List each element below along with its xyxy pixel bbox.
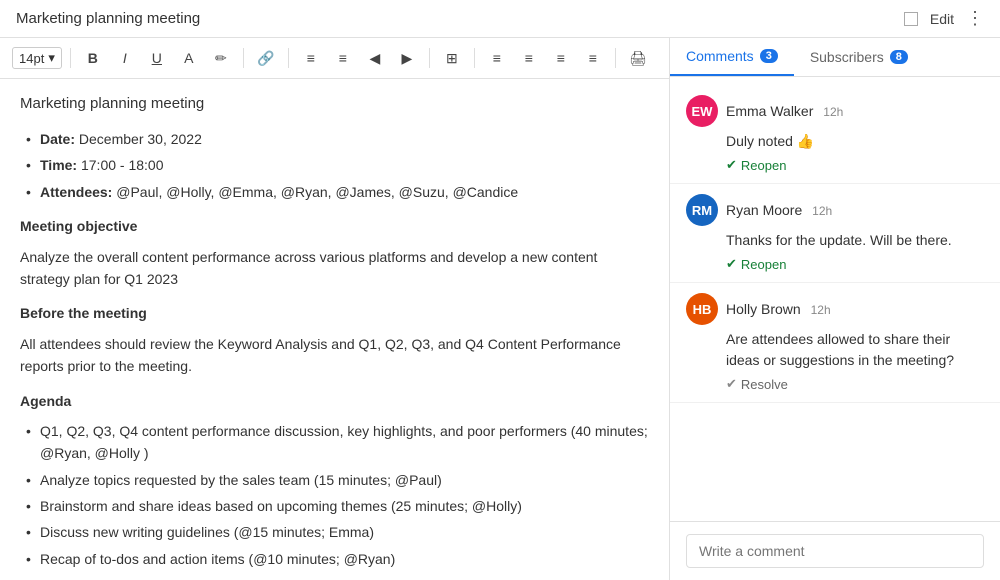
- underline-button[interactable]: U: [143, 44, 171, 72]
- meeting-objective-text: Analyze the overall content performance …: [20, 246, 649, 291]
- comment-item-1: EW Emma Walker 12h Duly noted 👍 ✔ Reopen: [670, 85, 1000, 184]
- header-actions: Edit ⋮: [904, 8, 984, 29]
- doc-body: Date: December 30, 2022 Time: 17:00 - 18…: [20, 128, 649, 570]
- indent-button[interactable]: ▶: [393, 44, 421, 72]
- date-value: December 30, 2022: [79, 131, 202, 147]
- agenda-item-2: Analyze topics requested by the sales te…: [20, 469, 649, 491]
- doc-content: Marketing planning meeting Date: Decembe…: [0, 79, 669, 580]
- document-panel: 14pt ▾ B I U A ✏ 🔗 ≡ ≡ ◀ ▶ ⊞ ≡ ≡ ≡ ≡ 🖨: [0, 38, 670, 580]
- agenda-item-1: Q1, Q2, Q3, Q4 content performance discu…: [20, 420, 649, 465]
- attendees-label: Attendees:: [40, 184, 112, 200]
- document-title: Marketing planning meeting: [16, 10, 904, 27]
- align-center-button[interactable]: ≡: [515, 44, 543, 72]
- author-ryan: Ryan Moore: [726, 202, 802, 218]
- italic-button[interactable]: I: [111, 44, 139, 72]
- tab-subscribers[interactable]: Subscribers 8: [794, 38, 924, 76]
- reopen-btn-1[interactable]: ✔ Reopen: [726, 157, 786, 173]
- bold-button[interactable]: B: [79, 44, 107, 72]
- time-label: Time:: [40, 157, 77, 173]
- avatar-emma: EW: [686, 95, 718, 127]
- date-label: Date:: [40, 131, 75, 147]
- comment-header-1: EW Emma Walker 12h: [686, 95, 984, 127]
- doc-main-title: Marketing planning meeting: [20, 95, 649, 112]
- align-left-button[interactable]: ≡: [483, 44, 511, 72]
- resolve-label-3: Resolve: [741, 377, 788, 392]
- doc-metadata-list: Date: December 30, 2022 Time: 17:00 - 18…: [20, 128, 649, 203]
- comment-item-3: HB Holly Brown 12h Are attendees allowed…: [670, 283, 1000, 403]
- text-color-button[interactable]: A: [175, 44, 203, 72]
- font-size-value: 14pt: [19, 51, 44, 66]
- comment-meta-2: Ryan Moore 12h: [726, 202, 984, 218]
- time-holly: 12h: [811, 303, 831, 317]
- panel-tabs: Comments 3 Subscribers 8: [670, 38, 1000, 77]
- edit-label[interactable]: Edit: [930, 11, 954, 27]
- agenda-item-5: Recap of to-dos and action items (@10 mi…: [20, 548, 649, 570]
- edit-checkbox[interactable]: [904, 12, 918, 26]
- comment-meta-3: Holly Brown 12h: [726, 301, 984, 317]
- tab-subscribers-label: Subscribers: [810, 49, 884, 65]
- outdent-button[interactable]: ◀: [361, 44, 389, 72]
- toolbar-separator-1: [70, 48, 71, 68]
- comment-item-2: RM Ryan Moore 12h Thanks for the update.…: [670, 184, 1000, 283]
- toolbar-separator-4: [429, 48, 430, 68]
- toolbar-separator-2: [243, 48, 244, 68]
- time-ryan: 12h: [812, 204, 832, 218]
- avatar-holly: HB: [686, 293, 718, 325]
- document-header: Marketing planning meeting Edit ⋮: [0, 0, 1000, 38]
- agenda-list: Q1, Q2, Q3, Q4 content performance discu…: [20, 420, 649, 570]
- comment-text-2: Thanks for the update. Will be there.: [726, 230, 984, 251]
- highlight-button[interactable]: ✏: [207, 44, 235, 72]
- font-size-select[interactable]: 14pt ▾: [12, 47, 62, 69]
- comment-input[interactable]: [686, 534, 984, 568]
- time-emma: 12h: [823, 105, 843, 119]
- main-layout: 14pt ▾ B I U A ✏ 🔗 ≡ ≡ ◀ ▶ ⊞ ≡ ≡ ≡ ≡ 🖨: [0, 38, 1000, 580]
- reopen-label-2: Reopen: [741, 257, 787, 272]
- meeting-objective-heading: Meeting objective: [20, 215, 649, 237]
- reopen-btn-2[interactable]: ✔ Reopen: [726, 256, 786, 272]
- align-right-button[interactable]: ≡: [547, 44, 575, 72]
- tab-comments-label: Comments: [686, 48, 754, 64]
- justify-button[interactable]: ≡: [579, 44, 607, 72]
- subscribers-badge: 8: [890, 50, 908, 64]
- check-icon-2: ✔: [726, 256, 737, 272]
- author-holly: Holly Brown: [726, 301, 801, 317]
- print-button[interactable]: 🖨: [624, 44, 652, 72]
- agenda-heading: Agenda: [20, 390, 649, 412]
- check-icon-3: ✔: [726, 376, 737, 392]
- more-options-icon[interactable]: ⋮: [966, 8, 984, 29]
- toolbar-separator-5: [474, 48, 475, 68]
- attendees-value: @Paul, @Holly, @Emma, @Ryan, @James, @Su…: [116, 184, 518, 200]
- comment-input-area: [670, 521, 1000, 580]
- avatar-ryan: RM: [686, 194, 718, 226]
- author-emma: Emma Walker: [726, 103, 813, 119]
- comments-badge: 3: [760, 49, 778, 63]
- toolbar-separator-6: [615, 48, 616, 68]
- comment-header-3: HB Holly Brown 12h: [686, 293, 984, 325]
- agenda-item-3: Brainstorm and share ideas based on upco…: [20, 495, 649, 517]
- formatting-toolbar: 14pt ▾ B I U A ✏ 🔗 ≡ ≡ ◀ ▶ ⊞ ≡ ≡ ≡ ≡ 🖨: [0, 38, 669, 79]
- table-button[interactable]: ⊞: [438, 44, 466, 72]
- doc-time-item: Time: 17:00 - 18:00: [20, 154, 649, 176]
- tab-comments[interactable]: Comments 3: [670, 38, 794, 76]
- link-button[interactable]: 🔗: [252, 44, 280, 72]
- before-meeting-heading: Before the meeting: [20, 302, 649, 324]
- comments-panel: Comments 3 Subscribers 8 EW Emma Walker …: [670, 38, 1000, 580]
- doc-date-item: Date: December 30, 2022: [20, 128, 649, 150]
- comment-text-1: Duly noted 👍: [726, 131, 984, 152]
- doc-attendees-item: Attendees: @Paul, @Holly, @Emma, @Ryan, …: [20, 181, 649, 203]
- check-icon-1: ✔: [726, 157, 737, 173]
- comments-list: EW Emma Walker 12h Duly noted 👍 ✔ Reopen…: [670, 77, 1000, 521]
- bullet-list-button[interactable]: ≡: [297, 44, 325, 72]
- reopen-label-1: Reopen: [741, 158, 787, 173]
- agenda-item-4: Discuss new writing guidelines (@15 minu…: [20, 521, 649, 543]
- before-meeting-text: All attendees should review the Keyword …: [20, 333, 649, 378]
- resolve-btn-3[interactable]: ✔ Resolve: [726, 376, 788, 392]
- font-size-chevron: ▾: [48, 50, 55, 66]
- numbered-list-button[interactable]: ≡: [329, 44, 357, 72]
- comment-meta-1: Emma Walker 12h: [726, 103, 984, 119]
- toolbar-separator-3: [288, 48, 289, 68]
- comment-header-2: RM Ryan Moore 12h: [686, 194, 984, 226]
- comment-text-3: Are attendees allowed to share their ide…: [726, 329, 984, 371]
- time-value: 17:00 - 18:00: [81, 157, 164, 173]
